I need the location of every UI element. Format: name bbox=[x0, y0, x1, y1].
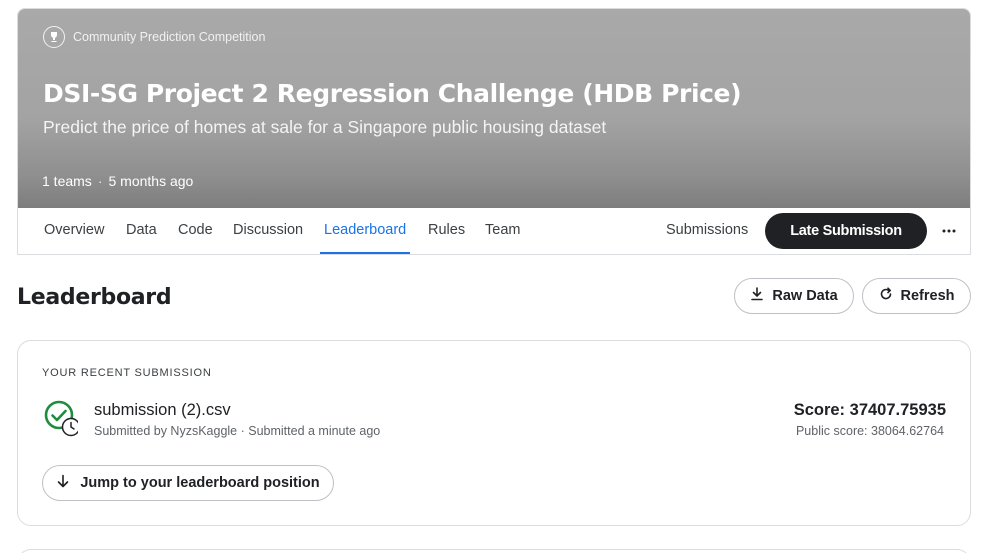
refresh-button[interactable]: Refresh bbox=[862, 278, 971, 314]
submission-meta: Submitted by NyzsKaggle · Submitted a mi… bbox=[94, 424, 381, 438]
tab-overview[interactable]: Overview bbox=[44, 208, 104, 254]
competition-type: Community Prediction Competition bbox=[43, 26, 265, 48]
raw-data-button[interactable]: Raw Data bbox=[734, 278, 854, 314]
refresh-label: Refresh bbox=[900, 288, 955, 304]
tab-discussion[interactable]: Discussion bbox=[233, 208, 303, 254]
submission-score: Score: 37407.75935 bbox=[793, 401, 946, 419]
tab-rules[interactable]: Rules bbox=[428, 208, 465, 254]
jump-to-position-button[interactable]: Jump to your leaderboard position bbox=[42, 465, 334, 501]
competition-hero: Community Prediction Competition DSI-SG … bbox=[18, 9, 970, 208]
arrow-down-icon bbox=[56, 474, 70, 492]
leaderboard-table-card bbox=[17, 549, 971, 553]
recent-submission-card: YOUR RECENT SUBMISSION submission (2).cs… bbox=[17, 340, 971, 526]
page-title: Leaderboard bbox=[17, 285, 172, 310]
teams-count: 1 teams bbox=[42, 173, 92, 189]
competition-meta: 1 teams · 5 months ago bbox=[42, 173, 193, 189]
jump-to-position-label: Jump to your leaderboard position bbox=[80, 475, 320, 491]
competition-type-label: Community Prediction Competition bbox=[73, 30, 266, 44]
meta-separator: · bbox=[97, 173, 103, 189]
submission-file-name: submission (2).csv bbox=[94, 401, 231, 419]
submissions-link[interactable]: Submissions bbox=[666, 208, 748, 253]
download-icon bbox=[750, 287, 764, 305]
submission-success-icon bbox=[44, 400, 81, 438]
late-submission-button[interactable]: Late Submission bbox=[765, 213, 927, 249]
raw-data-label: Raw Data bbox=[772, 288, 838, 304]
tab-team[interactable]: Team bbox=[485, 208, 520, 254]
trophy-icon bbox=[43, 26, 65, 48]
refresh-icon bbox=[879, 287, 893, 305]
submission-public-score: Public score: 38064.62764 bbox=[795, 424, 944, 438]
tab-data[interactable]: Data bbox=[126, 208, 157, 254]
more-horizontal-icon[interactable] bbox=[936, 217, 962, 245]
competition-header-card: Community Prediction Competition DSI-SG … bbox=[17, 8, 971, 255]
competition-age: 5 months ago bbox=[108, 173, 194, 189]
competition-title: DSI-SG Project 2 Regression Challenge (H… bbox=[43, 79, 742, 108]
tab-leaderboard[interactable]: Leaderboard bbox=[320, 208, 411, 254]
tab-bar: Overview Data Code Discussion Leaderboar… bbox=[18, 208, 970, 254]
tab-code[interactable]: Code bbox=[178, 208, 213, 254]
competition-subtitle: Predict the price of homes at sale for a… bbox=[43, 117, 607, 137]
recent-submission-label: YOUR RECENT SUBMISSION bbox=[42, 367, 212, 379]
